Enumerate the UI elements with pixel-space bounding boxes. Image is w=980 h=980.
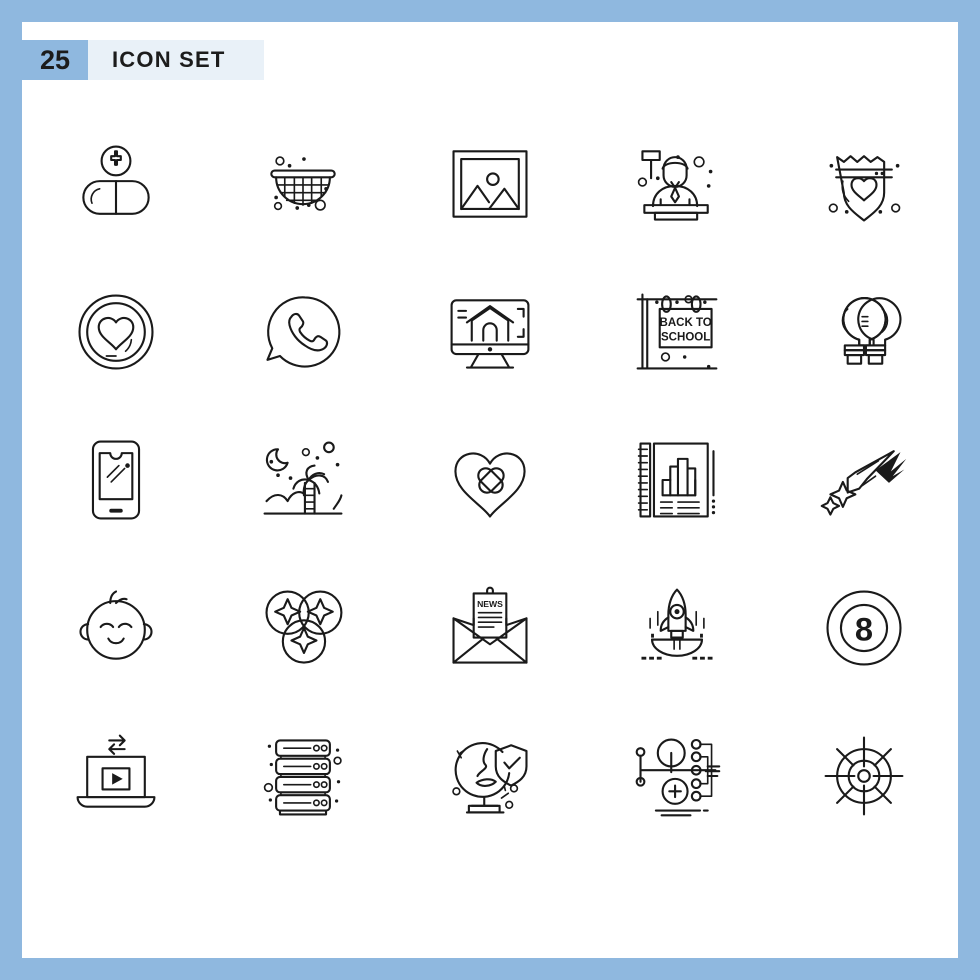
baby-face-icon[interactable] — [22, 554, 209, 702]
banner-line-2: SCHOOL — [661, 332, 710, 344]
judge-gavel-icon[interactable] — [584, 110, 771, 258]
icon-count-badge: 25 — [22, 40, 88, 80]
header-bar: 25 ICON SET — [22, 40, 264, 80]
two-light-bulbs-idea-icon[interactable] — [771, 258, 958, 406]
newsletter-envelope-icon[interactable]: NEWS — [396, 554, 583, 702]
eight-ball-number: 8 — [855, 610, 873, 647]
heart-bandage-healing-icon[interactable] — [396, 406, 583, 554]
eight-ball-billiard-icon[interactable]: 8 — [771, 554, 958, 702]
palm-tree-night-beach-icon[interactable] — [209, 406, 396, 554]
report-notebook-chart-icon[interactable] — [584, 406, 771, 554]
pill-capsule-medical-icon[interactable] — [22, 110, 209, 258]
server-stack-database-icon[interactable] — [209, 702, 396, 850]
banner-line-1: BACK TO — [660, 317, 712, 329]
rocket-launch-bowl-icon[interactable] — [584, 554, 771, 702]
target-crosshair-wheel-icon[interactable] — [771, 702, 958, 850]
icon-grid: BACK TO SCHOOL NEWS 8 — [22, 110, 958, 850]
laptop-video-transfer-icon[interactable] — [22, 702, 209, 850]
network-nodes-add-icon[interactable] — [584, 702, 771, 850]
news-label: NEWS — [477, 599, 503, 609]
icon-sheet: 25 ICON SET BACK TO SCHOOL NEWS 8 — [22, 22, 958, 958]
image-picture-frame-icon[interactable] — [396, 110, 583, 258]
monitor-house-website-icon[interactable] — [396, 258, 583, 406]
police-badge-heart-icon[interactable] — [771, 110, 958, 258]
back-to-school-banner-icon[interactable]: BACK TO SCHOOL — [584, 258, 771, 406]
strainer-sieve-icon[interactable] — [209, 110, 396, 258]
bubbles-sparkle-icon[interactable] — [209, 554, 396, 702]
heart-circle-icon[interactable] — [22, 258, 209, 406]
globe-shield-security-icon[interactable] — [396, 702, 583, 850]
page-title: ICON SET — [112, 47, 226, 72]
smartphone-mobile-icon[interactable] — [22, 406, 209, 554]
whatsapp-phone-chat-icon[interactable] — [209, 258, 396, 406]
shooting-star-comet-icon[interactable] — [771, 406, 958, 554]
